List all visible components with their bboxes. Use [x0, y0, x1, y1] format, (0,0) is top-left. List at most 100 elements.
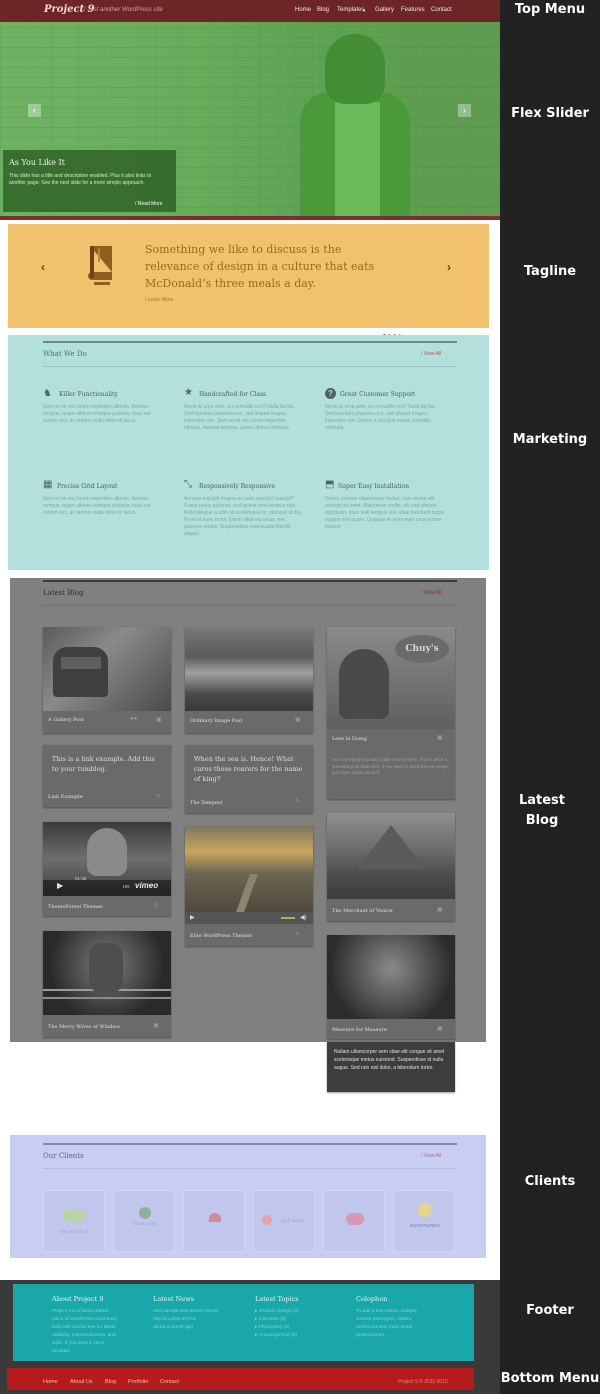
bottom-nav-portfolio[interactable]: Portfolio — [128, 1379, 148, 1385]
nav-contact[interactable]: Contact — [431, 7, 452, 13]
boxing-photo — [43, 931, 171, 1015]
nav-gallery[interactable]: Gallery — [375, 7, 394, 13]
gallery-dots-icon: ●● — [130, 716, 138, 722]
blog-card-audio[interactable]: ▶ ◀) Elite WordPress Themes ✎ — [185, 826, 313, 946]
slider-next-arrow[interactable]: › — [458, 104, 471, 117]
nav-blog[interactable]: Blog — [317, 7, 329, 13]
annotation-footer: Footer — [526, 1303, 574, 1318]
post-title[interactable]: The Merchant of Venice — [332, 908, 393, 914]
leaf-icon — [62, 1209, 86, 1223]
hd-badge[interactable]: HD — [123, 884, 130, 889]
bottom-nav-about[interactable]: About Us — [70, 1379, 93, 1385]
client-logo[interactable]: GRAFICYROU — [43, 1190, 105, 1252]
post-title[interactable]: Ordinary Image Post — [190, 718, 243, 724]
post-title[interactable]: The Tempest — [190, 800, 223, 806]
volume-bar[interactable] — [281, 917, 295, 919]
post-title[interactable]: Love Is Dumg — [332, 736, 367, 742]
footer-topics[interactable]: ▸ Graphic Design (2) ▸ Literature (5) ▸ … — [255, 1308, 299, 1340]
slider-bottom-edge — [0, 216, 500, 220]
blog-card-measure[interactable]: Measure for Measure ▣ — [327, 935, 455, 1039]
clouds-photo — [185, 627, 313, 711]
question-icon: ? — [325, 388, 336, 399]
bottom-nav-blog[interactable]: Blog — [105, 1379, 116, 1385]
image-icon: ▣ — [295, 717, 301, 723]
feature-text: Sed vel mi nec lorem imperdiet ultrices.… — [43, 404, 151, 424]
blog-card-standard[interactable]: Chuy's Love Is Dumg ▣ You can easily jus… — [327, 627, 455, 799]
client-logo[interactable]: eucomunico — [393, 1190, 455, 1252]
annotation-bottom-menu: Bottom Menu — [500, 1371, 600, 1386]
image-icon: ▣ — [437, 1026, 443, 1032]
tagline-quote: Something we like to discuss is the rele… — [145, 243, 375, 290]
post-title[interactable]: ThemeForest Themes — [48, 904, 103, 910]
marketing-top-rule — [43, 341, 457, 343]
nav-templates[interactable]: Templates — [337, 7, 364, 13]
blog-view-all-link[interactable]: / View All — [421, 590, 441, 596]
blog-card-image[interactable]: Ordinary Image Post ▣ — [185, 627, 313, 733]
client-logo[interactable]: woodcorner — [113, 1190, 175, 1252]
client-logo[interactable]: graff factory — [253, 1190, 315, 1252]
face-shape — [87, 828, 127, 876]
feature-text: Morbi at urna ante, eu convallis orci? N… — [184, 404, 295, 431]
post-title[interactable]: A Gallery Post — [48, 717, 84, 723]
play-icon[interactable]: ▶ — [190, 914, 195, 921]
nav-home[interactable]: Home — [295, 7, 311, 13]
post-title[interactable]: Measure for Measure — [332, 1027, 387, 1033]
bottom-nav-home[interactable]: Home — [43, 1379, 58, 1385]
blog-card-video[interactable]: ▶ 01:38 HD vimeo ThemeForest Themes ◎ — [43, 822, 171, 916]
footer-news[interactable]: new sample site! Eleven Mode http://t.co/… — [153, 1308, 218, 1332]
nav-features[interactable]: Features — [401, 7, 425, 13]
play-icon[interactable]: ▶ — [57, 881, 63, 890]
tree-icon — [139, 1207, 151, 1219]
vimeo-logo[interactable]: vimeo — [135, 881, 158, 890]
client-name: GRAFICYROU — [59, 1229, 90, 1234]
marketing-sub-rule — [43, 366, 457, 367]
tagline-next-arrow[interactable]: › — [447, 260, 451, 274]
blog-card-merchant[interactable]: The Merchant of Venice ▣ — [327, 813, 455, 921]
chuys-photo: Chuy's — [327, 627, 455, 729]
feature-text: Morbi at urna ante, eu convallis orci? N… — [325, 404, 436, 431]
footer-heading: Latest Topics — [255, 1295, 299, 1303]
annotation-tagline: Tagline — [523, 264, 577, 279]
feature-title: Super Easy Installation — [338, 483, 409, 490]
feature-text: Sed vel mi nec lorem imperdiet ultrices.… — [43, 496, 151, 516]
tagline-prev-arrow[interactable]: ‹ — [41, 260, 45, 274]
boardwalk-shape — [236, 874, 258, 912]
feature-text: Aenean suscipit magna ac nunc suscipit s… — [184, 496, 302, 537]
slider-prev-arrow[interactable]: ‹ — [28, 104, 41, 117]
hover-text: Nullam ullamcorper sem vitae elit congue… — [334, 1049, 445, 1071]
client-name: woodcorner — [133, 1221, 157, 1226]
image-icon: ▣ — [437, 735, 443, 741]
bubble-icon — [418, 1203, 432, 1217]
client-logo[interactable] — [323, 1190, 385, 1252]
blog-card-link[interactable]: This is a link example. Add this to your… — [43, 745, 171, 807]
marketing-view-all-link[interactable]: / View All — [421, 351, 441, 357]
client-name: graff factory — [281, 1218, 305, 1223]
volume-icon[interactable]: ◀) — [300, 914, 307, 921]
feature-title: Precise Grid Layout — [57, 483, 118, 490]
clients-view-all-link[interactable]: / View All — [421, 1153, 441, 1159]
footer-text: To add a few extras, multiple custom post… — [356, 1309, 417, 1338]
blog-sub-rule — [43, 605, 457, 606]
feature-title: Great Customer Support — [340, 391, 416, 398]
tagline-learn-more-link[interactable]: / Learn More — [145, 297, 173, 303]
bottom-nav-contact[interactable]: Contact — [160, 1379, 179, 1385]
blog-card-gallery[interactable]: A Gallery Post ●● ▣ — [43, 627, 171, 733]
slide-read-more-link[interactable]: / Read More — [135, 201, 163, 207]
client-logo[interactable] — [183, 1190, 245, 1252]
star-icon: ★ — [184, 387, 193, 398]
blog-card-quote[interactable]: When the sea is. Hence! What cares these… — [185, 745, 313, 813]
feature-title: Handcrafted for Class — [199, 391, 267, 398]
footer-heading: About Project 9 — [52, 1295, 104, 1303]
site-tagline: / Just another WordPress site — [84, 7, 163, 13]
resize-icon: ⤡ — [184, 479, 192, 490]
post-title[interactable]: Elite WordPress Themes — [190, 933, 252, 939]
link-quote: This is a link example. Add this to your… — [52, 755, 155, 773]
blog-card-boxing[interactable]: The Merry Wives of Windsor ▣ — [43, 931, 171, 1037]
post-title[interactable]: Link Example — [48, 794, 83, 800]
slide-caption-title: As You Like It — [9, 158, 65, 167]
post-title[interactable]: The Merry Wives of Windsor — [48, 1024, 120, 1030]
blog-title: Latest Blog — [43, 589, 84, 597]
play-circle-icon: ◎ — [153, 903, 159, 909]
annotation-top-menu: Top Menu — [514, 2, 586, 17]
quote-text: When the sea is. Hence! What cares these… — [194, 755, 303, 783]
